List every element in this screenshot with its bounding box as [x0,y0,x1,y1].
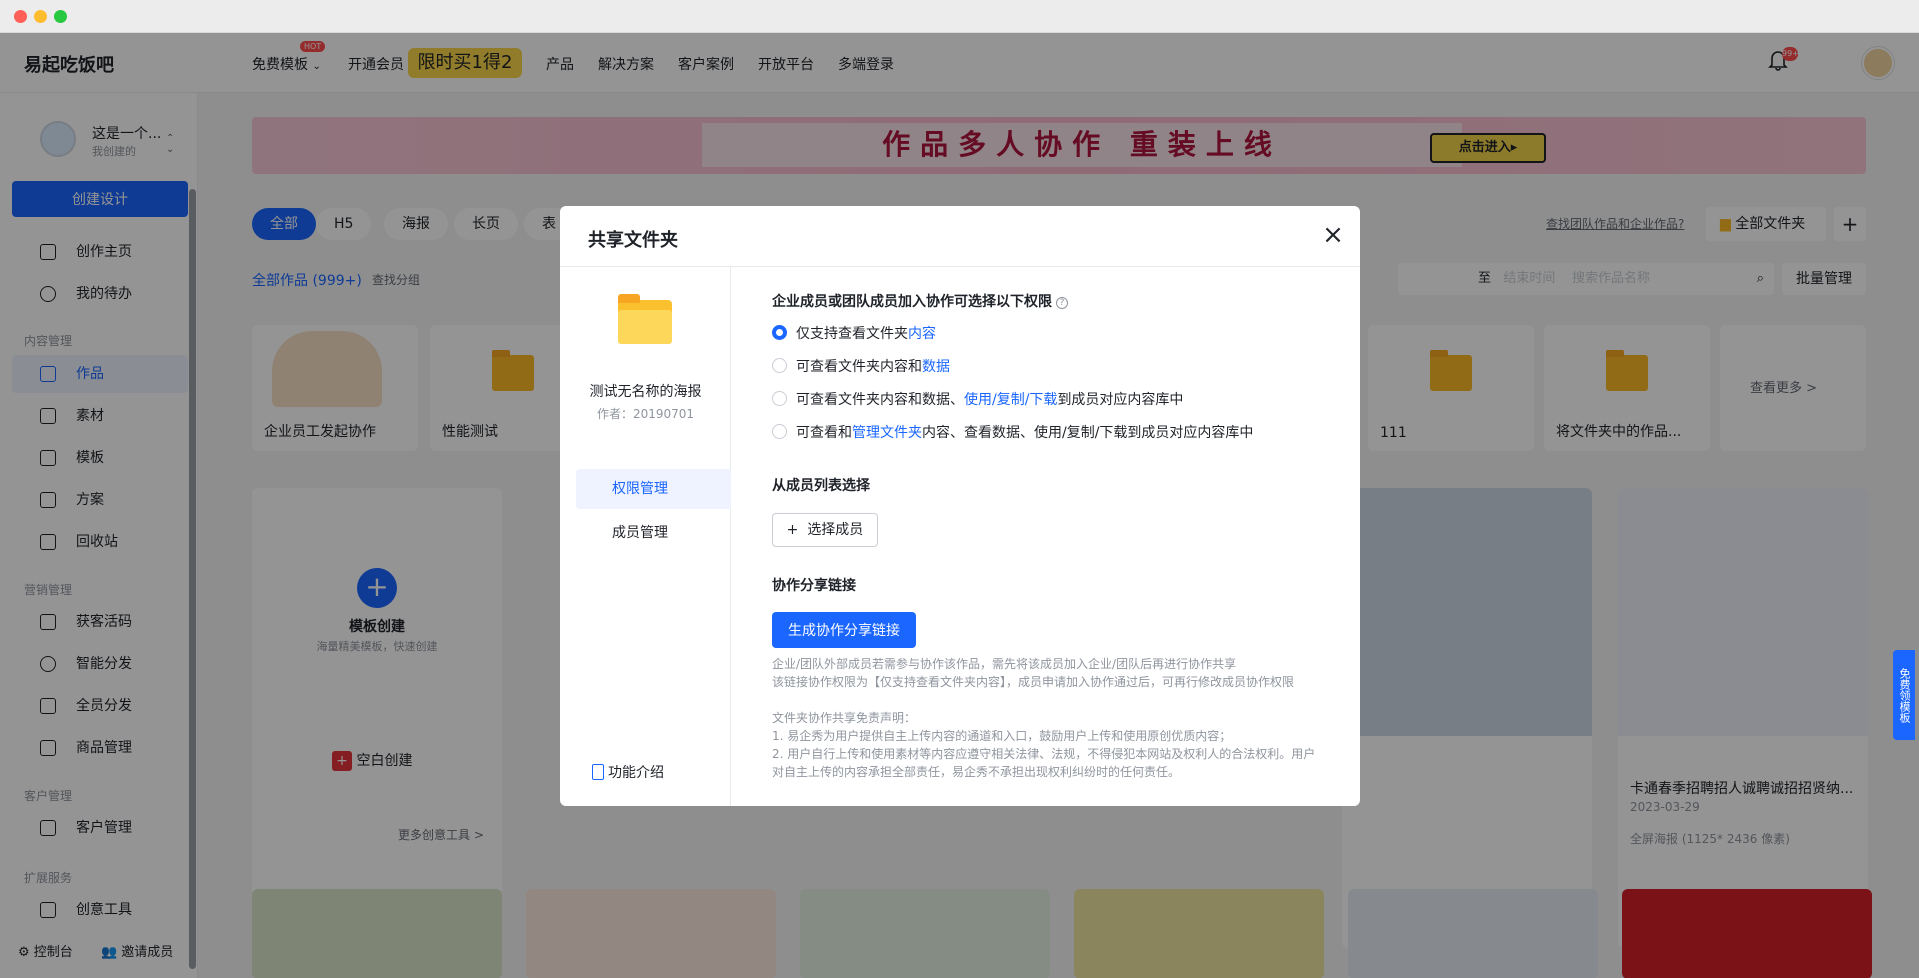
help-icon[interactable]: ? [1056,297,1068,309]
tab-permissions[interactable]: 权限管理 [576,469,731,509]
share-folder-dialog: 共享文件夹 × 测试无名称的海报 作者：20190701 权限管理 成员管理 功… [560,206,1360,806]
disclaimer-title: 文件夹协作共享免责声明： [772,711,917,725]
generate-share-link-button[interactable]: 生成协作分享链接 [772,612,916,648]
window-minimize-button[interactable] [34,10,47,23]
share-note-2: 该链接协作权限为【仅支持查看文件夹内容】，成员申请加入协作通过后，可再行修改成员… [772,675,1295,689]
disclaimer-line-2: 2. 用户自行上传和使用素材等内容应遵守相关法律、法规，不得侵犯本网站及权利人的… [772,747,1316,761]
radio-checked[interactable] [772,325,787,340]
plus-icon: + [786,522,799,538]
permission-option-view-content[interactable]: 仅支持查看文件夹内容 [772,323,936,343]
permission-section-title: 企业成员或团队成员加入协作可选择以下权限? [772,291,1068,311]
permission-option-view-data[interactable]: 可查看文件夹内容和数据 [772,356,950,376]
select-members-button[interactable]: + 选择成员 [772,513,878,547]
member-section-title: 从成员列表选择 [772,478,870,494]
folder-name: 测试无名称的海报 [589,384,702,400]
free-template-side-tab[interactable]: 免费领模板 [1893,650,1915,740]
window-titlebar [0,0,1919,33]
radio-unchecked[interactable] [772,391,787,406]
share-note-1: 企业/团队外部成员若需参与协作该作品，需先将该成员加入企业/团队后再进行协作共享 [772,657,1237,671]
share-link-section-title: 协作分享链接 [772,578,856,594]
disclaimer-line-1: 1. 易企秀为用户提供自主上传内容的通道和入口，鼓励用户上传和使用原创优质内容； [772,729,1232,743]
radio-unchecked[interactable] [772,424,787,439]
dialog-title: 共享文件夹 [588,230,678,251]
folder-icon [618,294,672,344]
close-icon[interactable]: × [1322,222,1344,248]
dialog-side-panel: 测试无名称的海报 作者：20190701 权限管理 成员管理 功能介绍 [560,267,731,806]
disclaimer-line-3: 对自主上传的内容承担全部责任，易企秀不承担出现权利纠纷时的任何责任。 [772,765,1181,779]
radio-unchecked[interactable] [772,358,787,373]
tab-members[interactable]: 成员管理 [576,513,731,553]
folder-author: 作者：20190701 [596,407,695,421]
permission-option-use-copy-download[interactable]: 可查看文件夹内容和数据、使用/复制/下载到成员对应内容库中 [772,389,1183,409]
window-maximize-button[interactable] [54,10,67,23]
permission-option-manage-folder[interactable]: 可查看和管理文件夹内容、查看数据、使用/复制/下载到成员对应内容库中 [772,422,1253,442]
feature-intro-link[interactable]: 功能介绍 [592,762,664,782]
document-icon [592,764,604,780]
window-close-button[interactable] [14,10,27,23]
